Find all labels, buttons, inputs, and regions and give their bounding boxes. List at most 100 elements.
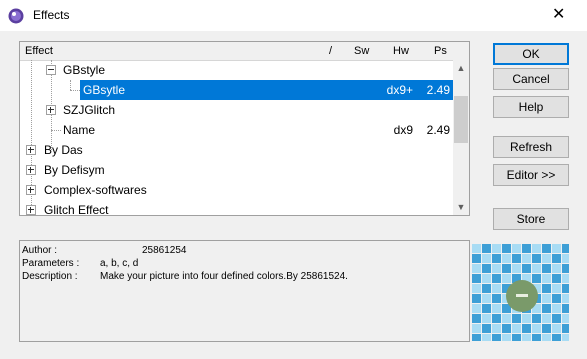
row-hw: dx9+ xyxy=(386,83,413,97)
column-effect[interactable]: Effect xyxy=(25,45,53,57)
row-label: GBstyle xyxy=(63,63,106,77)
preview-tile xyxy=(492,284,501,293)
preview-tile xyxy=(532,264,541,273)
preview-tile xyxy=(502,274,511,283)
preview-tile xyxy=(512,264,521,273)
preview-tile xyxy=(522,254,531,263)
store-button[interactable]: Store xyxy=(493,208,569,230)
preview-tile xyxy=(562,284,569,293)
tree-row-by-defisym[interactable]: By Defisym xyxy=(20,160,453,180)
tree-row-by-das[interactable]: By Das xyxy=(20,140,453,160)
preview-tile xyxy=(482,274,491,283)
preview-tile xyxy=(552,334,561,341)
preview-tile xyxy=(532,334,541,341)
window-title: Effects xyxy=(33,8,70,22)
preview-tile xyxy=(482,294,491,303)
preview-tile xyxy=(472,254,481,263)
parameters-label: Parameters : xyxy=(22,258,80,269)
preview-tile xyxy=(552,254,561,263)
scroll-down-icon[interactable]: ▼ xyxy=(453,199,469,215)
preview-tile xyxy=(542,284,551,293)
preview-tile xyxy=(482,244,491,253)
column-header: Effect / Sw Hw Ps xyxy=(20,42,469,61)
preview-tile xyxy=(502,334,511,341)
preview-tile xyxy=(492,244,501,253)
row-label: Glitch Effect xyxy=(44,203,109,216)
column-ps[interactable]: Ps xyxy=(434,45,447,57)
expand-icon[interactable] xyxy=(26,185,36,195)
preview-tile xyxy=(522,324,531,333)
preview-tile xyxy=(542,314,551,323)
preview-tile xyxy=(542,334,551,341)
column-hw[interactable]: Hw xyxy=(393,45,409,57)
preview-tile xyxy=(562,244,569,253)
cancel-button[interactable]: Cancel xyxy=(493,68,569,90)
effects-tree[interactable]: Effect / Sw Hw Ps GBstyle GBsytle dx9+ 2… xyxy=(19,41,470,216)
tree-row-glitch-effect[interactable]: Glitch Effect xyxy=(20,200,453,216)
ok-button[interactable]: OK xyxy=(493,43,569,65)
preview-tile xyxy=(532,254,541,263)
tree-row-gbstyle[interactable]: GBstyle xyxy=(20,60,453,80)
help-button[interactable]: Help xyxy=(493,96,569,118)
preview-tile xyxy=(532,244,541,253)
effect-preview-image xyxy=(472,244,569,341)
tree-line xyxy=(70,90,80,91)
preview-tile xyxy=(482,254,491,263)
preview-tile xyxy=(552,314,561,323)
row-ps: 2.49 xyxy=(426,123,450,137)
expand-icon[interactable] xyxy=(26,205,36,215)
preview-tile xyxy=(492,264,501,273)
preview-tile xyxy=(522,244,531,253)
tree-line xyxy=(70,80,71,90)
parameters-value: a, b, c, d xyxy=(100,258,139,269)
preview-tile xyxy=(522,264,531,273)
preview-tile xyxy=(522,334,531,341)
column-sw[interactable]: Sw xyxy=(354,45,369,57)
row-label: SZJGlitch xyxy=(63,103,116,117)
preview-tile xyxy=(512,254,521,263)
tree-row-complex-softwares[interactable]: Complex-softwares xyxy=(20,180,453,200)
refresh-button[interactable]: Refresh xyxy=(493,136,569,158)
preview-tile xyxy=(472,314,481,323)
editor-button[interactable]: Editor >> xyxy=(493,164,569,186)
preview-tile xyxy=(482,314,491,323)
preview-tile xyxy=(552,294,561,303)
expand-icon[interactable] xyxy=(26,165,36,175)
preview-tile xyxy=(472,294,481,303)
preview-tile xyxy=(482,304,491,313)
row-label: GBsytle xyxy=(83,83,126,97)
preview-tile xyxy=(492,334,501,341)
author-value: 25861254 xyxy=(142,245,187,256)
preview-tile xyxy=(482,324,491,333)
preview-tile xyxy=(502,314,511,323)
preview-tile xyxy=(522,314,531,323)
preview-tile xyxy=(472,334,481,341)
scroll-up-icon[interactable]: ▲ xyxy=(453,60,469,76)
preview-tile xyxy=(542,254,551,263)
preview-tile xyxy=(562,254,569,263)
preview-tile xyxy=(512,324,521,333)
expand-icon[interactable] xyxy=(46,105,56,115)
column-sort[interactable]: / xyxy=(329,45,332,57)
preview-tile xyxy=(562,264,569,273)
preview-tile xyxy=(532,274,541,283)
scroll-thumb[interactable] xyxy=(454,96,468,143)
preview-tile xyxy=(512,244,521,253)
tree-row-szjglitch[interactable]: SZJGlitch xyxy=(20,100,453,120)
preview-tile xyxy=(542,294,551,303)
preview-tile xyxy=(552,284,561,293)
row-label: Name xyxy=(63,123,96,137)
preview-tile xyxy=(502,264,511,273)
preview-tile xyxy=(492,304,501,313)
preview-tile xyxy=(502,254,511,263)
close-icon[interactable]: ✕ xyxy=(552,6,565,24)
expand-icon[interactable] xyxy=(26,145,36,155)
preview-tile xyxy=(542,244,551,253)
row-label: Complex-softwares xyxy=(44,183,147,197)
tree-row-gbsytle[interactable]: GBsytle dx9+ 2.49 xyxy=(80,80,453,100)
preview-tile xyxy=(472,264,481,273)
vertical-scrollbar[interactable]: ▲ ▼ xyxy=(453,60,469,215)
tree-row-name[interactable]: Name dx9 2.49 xyxy=(20,120,453,140)
preview-tile xyxy=(472,304,481,313)
collapse-icon[interactable] xyxy=(46,65,56,75)
